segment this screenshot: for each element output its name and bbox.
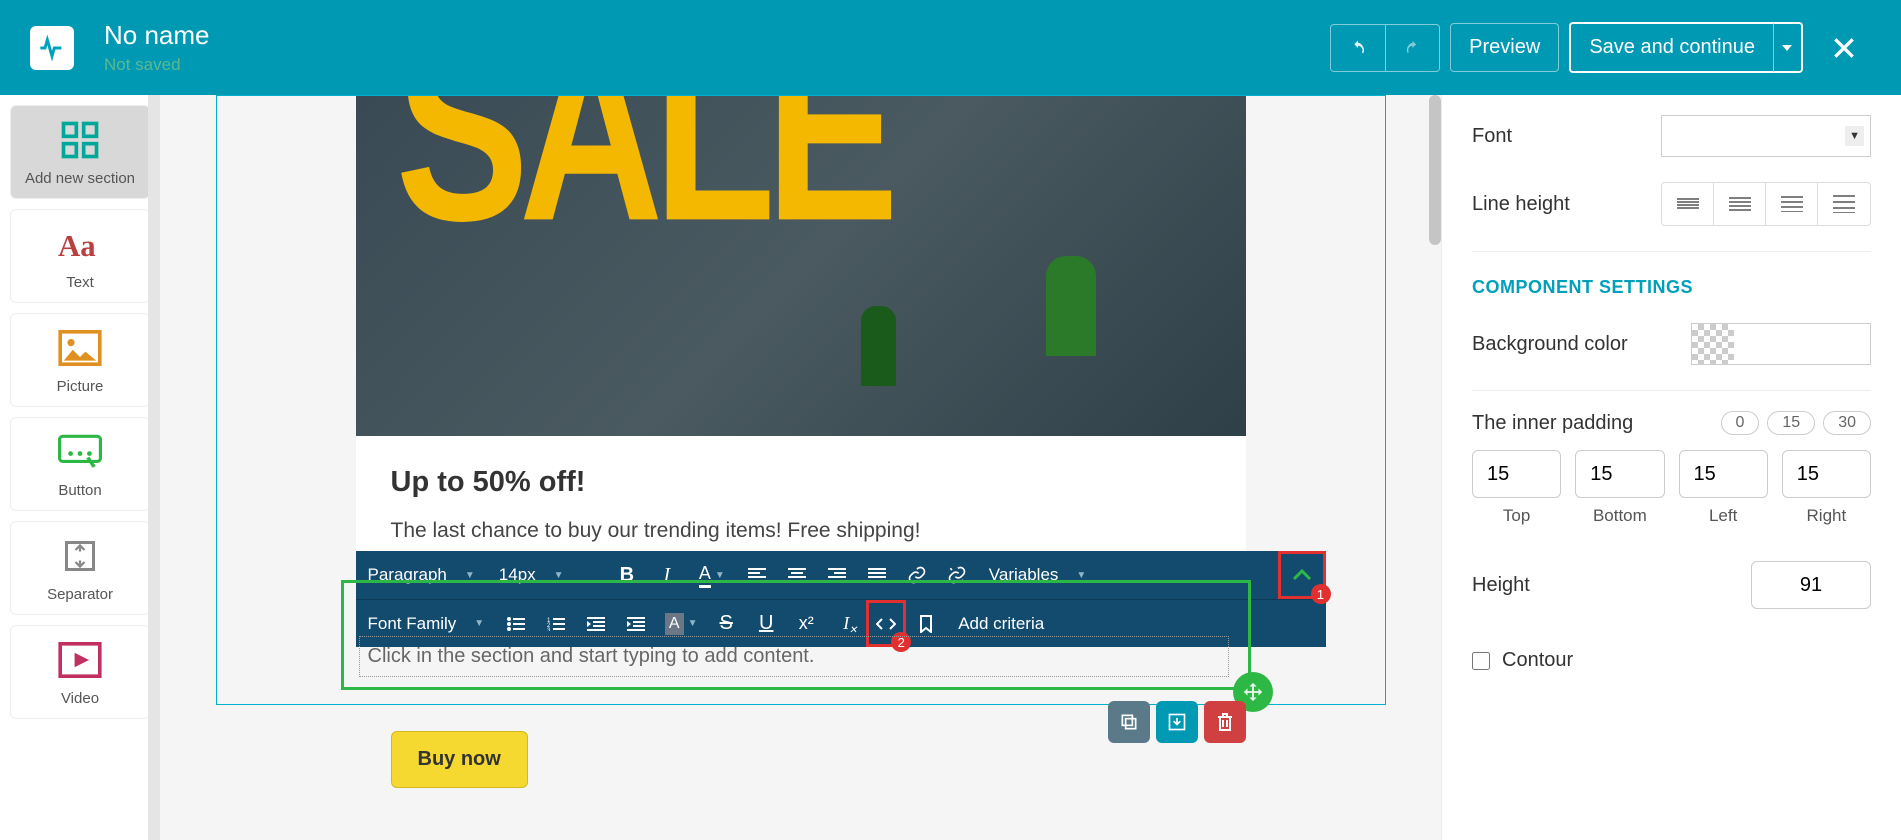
row-actions <box>1108 701 1246 743</box>
sidebar-item-label: Add new section <box>17 170 143 188</box>
video-icon <box>17 636 143 684</box>
sidebar-item-video[interactable]: Video <box>10 625 150 719</box>
sidebar-item-label: Button <box>17 482 143 500</box>
save-group: Save and continue <box>1569 22 1803 73</box>
contour-label: Contour <box>1502 649 1573 672</box>
padding-bottom-label: Bottom <box>1575 506 1664 526</box>
height-input[interactable] <box>1751 561 1871 609</box>
undo-button[interactable] <box>1330 24 1385 72</box>
padding-top-input[interactable] <box>1472 450 1561 498</box>
line-height-label: Line height <box>1472 193 1570 216</box>
padding-pill-30[interactable]: 30 <box>1823 411 1871 435</box>
line-height-options <box>1661 182 1871 226</box>
annotation-badge: 1 <box>1311 584 1331 604</box>
padding-top-label: Top <box>1472 506 1561 526</box>
buy-now-button[interactable]: Buy now <box>391 731 528 788</box>
close-icon <box>1831 35 1857 61</box>
hero-text: SALE <box>396 96 889 281</box>
svg-text:Aa: Aa <box>58 229 96 262</box>
content-heading[interactable]: Up to 50% off! <box>391 466 1211 499</box>
line-height-tight[interactable] <box>1662 183 1714 225</box>
redo-button[interactable] <box>1385 24 1440 72</box>
duplicate-button[interactable] <box>1108 701 1150 743</box>
chevron-up-icon <box>1292 569 1312 581</box>
component-sidebar: Add new section Aa Text Picture Button S… <box>0 95 160 840</box>
sidebar-item-button[interactable]: Button <box>10 417 150 511</box>
save-button[interactable]: Save and continue <box>1569 22 1773 73</box>
sidebar-item-text[interactable]: Aa Text <box>10 209 150 303</box>
sidebar-item-label: Picture <box>17 378 143 396</box>
sidebar-item-add-section[interactable]: Add new section <box>10 105 150 199</box>
sidebar-item-picture[interactable]: Picture <box>10 313 150 407</box>
settings-panel: Font Line height COMPONENT SETTINGS Back… <box>1441 95 1901 840</box>
hero-image[interactable]: SALE <box>356 96 1246 436</box>
component-settings-heading: COMPONENT SETTINGS <box>1472 251 1871 298</box>
image-figure <box>1046 256 1096 356</box>
padding-right-input[interactable] <box>1782 450 1871 498</box>
editor-canvas[interactable]: SALE Up to 50% off! The last chance to b… <box>160 95 1441 840</box>
save-block-button[interactable] <box>1156 701 1198 743</box>
copy-icon <box>1119 712 1139 732</box>
save-icon <box>1167 712 1187 732</box>
scrollbar[interactable] <box>1429 95 1441 245</box>
padding-pill-15[interactable]: 15 <box>1767 411 1815 435</box>
text-icon: Aa <box>17 220 143 268</box>
font-select[interactable] <box>1661 115 1871 157</box>
padding-bottom-input[interactable] <box>1575 450 1664 498</box>
padding-left-label: Left <box>1679 506 1768 526</box>
image-figure <box>861 306 896 386</box>
transparent-checker-icon <box>1692 324 1734 364</box>
grid-icon <box>17 116 143 164</box>
padding-left-input[interactable] <box>1679 450 1768 498</box>
line-height-xloose[interactable] <box>1818 183 1870 225</box>
save-status: Not saved <box>104 55 1330 75</box>
close-button[interactable] <box>1831 35 1871 61</box>
selected-text-block[interactable]: Click in the section and start typing to… <box>341 580 1251 690</box>
bg-color-label: Background color <box>1472 333 1628 356</box>
sidebar-item-label: Separator <box>17 586 143 604</box>
header-actions: Preview Save and continue <box>1330 22 1871 73</box>
content-area: Up to 50% off! The last chance to buy ou… <box>356 436 1246 543</box>
sidebar-item-label: Text <box>17 274 143 292</box>
preview-button[interactable]: Preview <box>1450 23 1559 72</box>
content-paragraph[interactable]: The last chance to buy our trending item… <box>391 519 1211 543</box>
bg-color-swatch[interactable] <box>1691 323 1871 365</box>
trash-icon <box>1216 712 1234 732</box>
undo-redo-group <box>1330 24 1440 72</box>
app-logo <box>30 26 74 70</box>
padding-presets: 0 15 30 <box>1721 411 1872 435</box>
section-outline: SALE Up to 50% off! The last chance to b… <box>216 95 1386 705</box>
height-label: Height <box>1472 574 1530 597</box>
title-area: No name Not saved <box>104 20 1330 75</box>
padding-grid: Top Bottom Left Right <box>1472 450 1871 526</box>
delete-button[interactable] <box>1204 701 1246 743</box>
app-body: Add new section Aa Text Picture Button S… <box>0 95 1901 840</box>
email-body: SALE Up to 50% off! The last chance to b… <box>356 96 1246 583</box>
collapse-toolbar-button[interactable]: 1 <box>1278 551 1326 599</box>
save-dropdown-button[interactable] <box>1773 22 1803 73</box>
button-icon <box>17 428 143 476</box>
picture-icon <box>17 324 143 372</box>
separator-icon <box>17 532 143 580</box>
line-height-loose[interactable] <box>1766 183 1818 225</box>
editable-placeholder[interactable]: Click in the section and start typing to… <box>359 636 1229 677</box>
contour-checkbox[interactable] <box>1472 652 1490 670</box>
inner-padding-label: The inner padding <box>1472 412 1633 435</box>
undo-icon <box>1349 37 1367 59</box>
contour-row[interactable]: Contour <box>1472 649 1871 672</box>
app-header: No name Not saved Preview Save and conti… <box>0 0 1901 95</box>
redo-icon <box>1404 37 1421 59</box>
line-height-normal[interactable] <box>1714 183 1766 225</box>
padding-right-label: Right <box>1782 506 1871 526</box>
sidebar-item-label: Video <box>17 690 143 708</box>
caret-down-icon <box>1782 45 1792 51</box>
padding-pill-0[interactable]: 0 <box>1721 411 1760 435</box>
pulse-icon <box>38 34 66 62</box>
font-label: Font <box>1472 125 1512 148</box>
sidebar-item-separator[interactable]: Separator <box>10 521 150 615</box>
plus-down-icon <box>1242 681 1264 703</box>
page-title: No name <box>104 20 1330 51</box>
